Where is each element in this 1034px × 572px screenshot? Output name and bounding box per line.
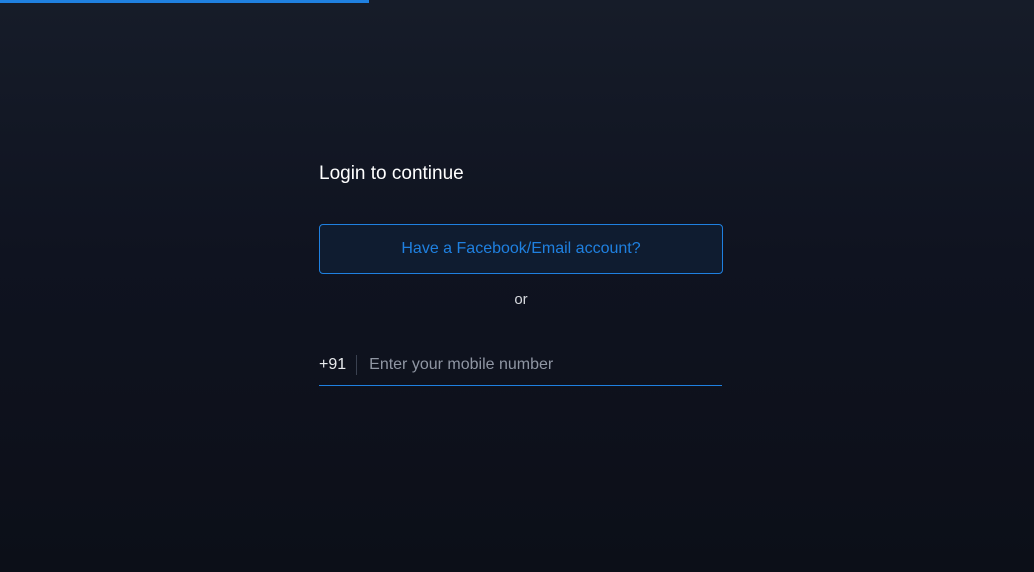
login-title: Login to continue [319,163,464,184]
mobile-number-input[interactable] [357,352,722,377]
page-loading-progress-bar [0,0,370,3]
mobile-number-field: +91 [319,346,722,386]
login-panel: Login to continue Have a Facebook/Email … [319,160,723,386]
or-separator: or [514,291,528,308]
facebook-email-login-button[interactable]: Have a Facebook/Email account? [319,224,723,274]
country-code-label[interactable]: +91 [319,354,358,375]
